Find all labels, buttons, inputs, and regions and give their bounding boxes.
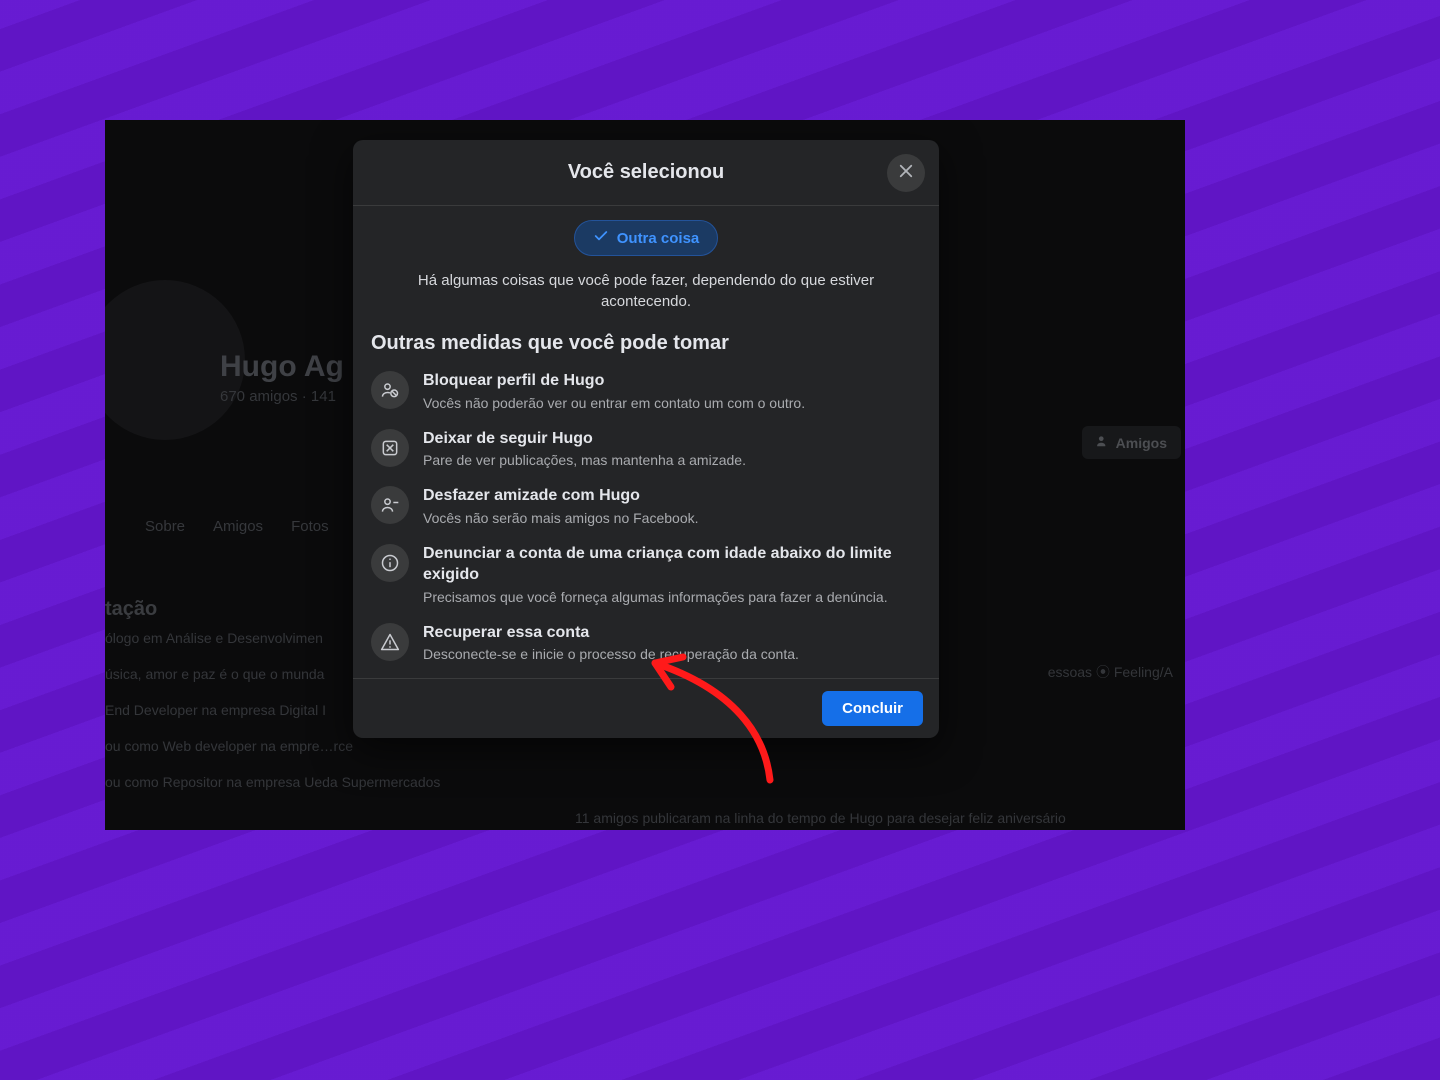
unfollow-icon [371, 429, 409, 467]
check-icon [593, 228, 609, 248]
remove-friend-icon [371, 486, 409, 524]
close-icon [897, 162, 915, 185]
profile-name: Hugo Ag [220, 350, 344, 384]
action-title: Bloquear perfil de Hugo [423, 371, 805, 392]
action-desc: Vocês não poderão ver ou entrar em conta… [423, 394, 805, 413]
right-panel-hint: essoas ⦿ Feeling/A [1048, 662, 1173, 682]
action-desc: Vocês não serão mais amigos no Facebook. [423, 509, 699, 528]
report-action-dialog: Você selecionou Outra coisa Há algumas c… [353, 140, 939, 738]
screenshot-frame: Hugo Ag 670 amigos · 141 Sobre Amigos Fo… [105, 120, 1185, 830]
action-list: Bloquear perfil de Hugo Vocês não poderã… [371, 371, 921, 664]
profile-friends-count: 670 amigos · 141 [220, 388, 336, 405]
dialog-body: Outra coisa Há algumas coisas que você p… [353, 206, 939, 670]
action-title: Desfazer amizade com Hugo [423, 486, 699, 507]
action-unfriend[interactable]: Desfazer amizade com Hugo Vocês não serã… [371, 486, 921, 528]
close-button[interactable] [887, 154, 925, 192]
friends-button: Amigos [1082, 426, 1181, 459]
action-desc: Precisamos que você forneça algumas info… [423, 588, 921, 607]
dialog-header: Você selecionou [353, 140, 939, 206]
done-button[interactable]: Concluir [822, 691, 923, 726]
chip-label: Outra coisa [617, 230, 700, 247]
dialog-title: Você selecionou [568, 161, 724, 184]
warning-triangle-icon [371, 623, 409, 661]
dialog-context-text: Há algumas coisas que você pode fazer, d… [371, 270, 921, 312]
block-user-icon [371, 371, 409, 409]
action-title: Denunciar a conta de uma criança com ida… [423, 544, 921, 586]
action-block-profile[interactable]: Bloquear perfil de Hugo Vocês não poderã… [371, 371, 921, 413]
action-unfollow[interactable]: Deixar de seguir Hugo Pare de ver public… [371, 429, 921, 471]
intro-section-title: tação [105, 598, 157, 621]
tab-photos: Fotos [291, 518, 329, 535]
action-recover-account[interactable]: Recuperar essa conta Desconecte-se e ini… [371, 623, 921, 665]
friends-button-label: Amigos [1116, 435, 1167, 451]
action-desc: Desconecte-se e inicie o processo de rec… [423, 645, 799, 664]
profile-tabs: Sobre Amigos Fotos [145, 518, 329, 535]
info-icon [371, 544, 409, 582]
tab-friends: Amigos [213, 518, 263, 535]
intro-line: ou como Repositor na empresa Ueda Superm… [105, 774, 440, 790]
action-report-underage[interactable]: Denunciar a conta de uma criança com ida… [371, 544, 921, 606]
intro-line: ou como Web developer na empre…rce [105, 738, 440, 754]
selected-reason-chip[interactable]: Outra coisa [574, 220, 719, 256]
other-actions-heading: Outras medidas que você pode tomar [371, 332, 921, 355]
action-desc: Pare de ver publicações, mas mantenha a … [423, 451, 746, 470]
action-title: Deixar de seguir Hugo [423, 429, 746, 450]
action-title: Recuperar essa conta [423, 623, 799, 644]
timeline-birthday-hint: 11 amigos publicaram na linha do tempo d… [575, 810, 1066, 826]
dialog-footer: Concluir [353, 678, 939, 738]
friend-icon [1096, 434, 1110, 451]
tab-about: Sobre [145, 518, 185, 535]
